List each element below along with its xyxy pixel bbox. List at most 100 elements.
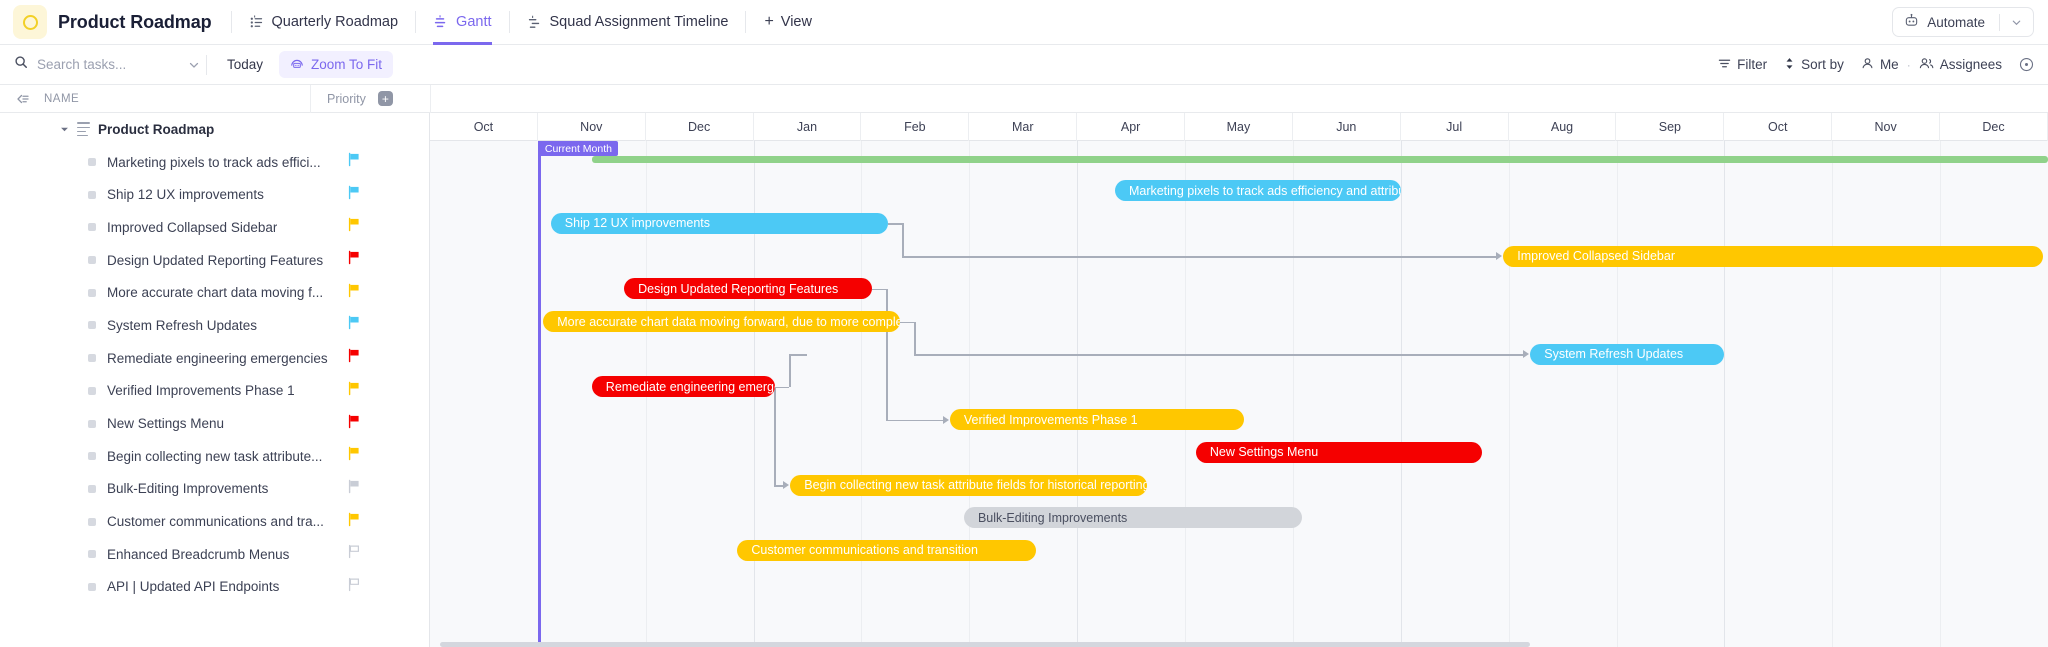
gantt-bar[interactable]: Begin collecting new task attribute fiel…: [790, 474, 1148, 496]
task-list-panel: Product Roadmap Marketing pixels to trac…: [0, 113, 430, 647]
month-header-cell: Nov: [1832, 113, 1941, 141]
current-month-line: [537, 141, 541, 647]
assignees-filter-button[interactable]: Assignees: [1919, 57, 2002, 73]
month-header-cell: Oct: [430, 113, 538, 141]
grid-line: [1508, 141, 1510, 647]
caret-down-icon[interactable]: [60, 125, 69, 134]
view-tab-quarterly-roadmap[interactable]: Quarterly Roadmap: [232, 0, 416, 45]
priority-flag-icon[interactable]: [348, 577, 360, 596]
dependency-arrow-icon: [1496, 252, 1503, 261]
priority-flag-icon[interactable]: [348, 152, 360, 172]
column-header-name[interactable]: NAME: [44, 93, 310, 105]
gantt-bar[interactable]: Remediate engineering emergencies: [591, 376, 776, 398]
dependency-line: [789, 354, 791, 387]
view-tab-gantt[interactable]: Gantt: [416, 0, 508, 45]
task-name-label: Ship 12 UX improvements: [107, 187, 264, 203]
dependency-line: [888, 223, 903, 225]
view-tab-squad-assignment-timeline[interactable]: Squad Assignment Timeline: [510, 0, 746, 45]
priority-flag-icon[interactable]: [348, 479, 360, 498]
summary-bar[interactable]: [591, 155, 2048, 163]
sort-button[interactable]: Sort by: [1784, 57, 1844, 73]
view-tab-label: Gantt: [456, 14, 492, 30]
task-row[interactable]: System Refresh Updates: [0, 309, 429, 342]
task-row[interactable]: Remediate engineering emergencies: [0, 342, 429, 375]
gantt-bar[interactable]: System Refresh Updates: [1530, 343, 1725, 365]
grid-line: [969, 141, 971, 647]
task-row[interactable]: Marketing pixels to track ads effici...: [0, 146, 429, 179]
task-name-label: Remediate engineering emergencies: [107, 350, 328, 366]
priority-flag-icon[interactable]: [348, 381, 360, 400]
month-header-cell: Nov: [538, 113, 646, 141]
task-bullet-icon: [88, 517, 96, 526]
gantt-bar[interactable]: Ship 12 UX improvements: [550, 212, 889, 234]
task-row[interactable]: Improved Collapsed Sidebar: [0, 211, 429, 244]
column-header-spacer: [430, 84, 2048, 113]
gantt-bar[interactable]: Design Updated Reporting Features: [624, 278, 873, 300]
task-name-label: Enhanced Breadcrumb Menus: [107, 546, 290, 562]
gantt-bar[interactable]: New Settings Menu: [1195, 441, 1482, 463]
dependency-line: [900, 321, 915, 324]
column-header-priority[interactable]: Priority +: [310, 84, 430, 113]
search-box[interactable]: [0, 55, 200, 74]
collapse-panel-icon[interactable]: [0, 91, 44, 107]
task-row[interactable]: Verified Improvements Phase 1: [0, 375, 429, 408]
today-button[interactable]: Today: [219, 53, 271, 76]
chevron-down-icon[interactable]: [188, 59, 200, 71]
horizontal-scrollbar[interactable]: [440, 642, 1530, 647]
gantt-bar[interactable]: Bulk-Editing Improvements: [963, 507, 1302, 529]
priority-flag-icon[interactable]: [348, 447, 360, 466]
priority-flag-icon[interactable]: [348, 218, 360, 237]
task-group-product-roadmap[interactable]: Product Roadmap: [0, 113, 429, 146]
task-bullet-icon: [88, 321, 96, 330]
person-icon: [1861, 57, 1874, 73]
filter-button[interactable]: Filter: [1718, 57, 1767, 73]
task-bullet-icon: [88, 452, 96, 461]
priority-flag-icon[interactable]: [348, 512, 360, 531]
priority-flag-icon[interactable]: [348, 545, 360, 564]
month-header-cell: Apr: [1077, 113, 1186, 141]
dependency-line: [914, 321, 916, 355]
task-name-label: System Refresh Updates: [107, 317, 258, 333]
month-header-cell: Dec: [646, 113, 754, 141]
dependency-line: [775, 386, 790, 389]
gantt-bar[interactable]: More accurate chart data moving forward,…: [543, 311, 901, 332]
zoom-to-fit-button[interactable]: Zoom To Fit: [279, 51, 394, 78]
chevron-down-icon[interactable]: [2011, 17, 2029, 28]
add-column-button[interactable]: +: [377, 91, 393, 106]
search-input[interactable]: [37, 57, 157, 72]
me-filter-button[interactable]: Me: [1861, 57, 1899, 73]
priority-flag-icon[interactable]: [348, 414, 360, 433]
task-row[interactable]: Design Updated Reporting Features: [0, 244, 429, 277]
task-row[interactable]: Ship 12 UX improvements: [0, 178, 429, 211]
gantt-bar[interactable]: Customer communications and transition: [737, 539, 1037, 561]
page-title: Product Roadmap: [58, 11, 212, 32]
priority-flag-icon[interactable]: [348, 250, 360, 270]
task-bullet-icon: [88, 386, 96, 395]
priority-flag-icon[interactable]: [348, 316, 360, 335]
circle-logo-icon: [13, 5, 47, 39]
task-row[interactable]: New Settings Menu: [0, 407, 429, 440]
gantt-bar[interactable]: Marketing pixels to track ads efficiency…: [1114, 180, 1401, 202]
task-row[interactable]: Enhanced Breadcrumb Menus: [0, 538, 429, 571]
task-bullet-icon: [88, 419, 96, 428]
circle-settings-icon[interactable]: [2019, 57, 2034, 72]
gantt-bar[interactable]: Improved Collapsed Sidebar: [1503, 245, 2043, 267]
task-row[interactable]: API | Updated API Endpoints: [0, 571, 429, 604]
gantt-app: Product Roadmap Quarterly Roadmap Gantt …: [0, 0, 2048, 647]
task-row[interactable]: Begin collecting new task attribute...: [0, 440, 429, 473]
task-row[interactable]: Customer communications and tra...: [0, 505, 429, 538]
search-icon: [14, 55, 28, 74]
task-row[interactable]: Bulk-Editing Improvements: [0, 473, 429, 506]
add-view-button[interactable]: + View: [746, 14, 830, 31]
toolbar-right: Filter Sort by Me · Assignees: [1718, 57, 2048, 73]
view-tab-label: Squad Assignment Timeline: [549, 14, 729, 30]
task-row[interactable]: More accurate chart data moving f...: [0, 276, 429, 309]
priority-flag-icon[interactable]: [348, 348, 360, 368]
task-name-label: Begin collecting new task attribute...: [107, 448, 323, 464]
robot-icon: [1904, 13, 1919, 31]
priority-flag-icon[interactable]: [348, 185, 360, 204]
gantt-bar[interactable]: Verified Improvements Phase 1: [949, 409, 1245, 431]
priority-flag-icon[interactable]: [348, 283, 360, 302]
task-name-label: Marketing pixels to track ads effici...: [107, 154, 321, 170]
automate-button[interactable]: Automate: [1892, 7, 2034, 37]
